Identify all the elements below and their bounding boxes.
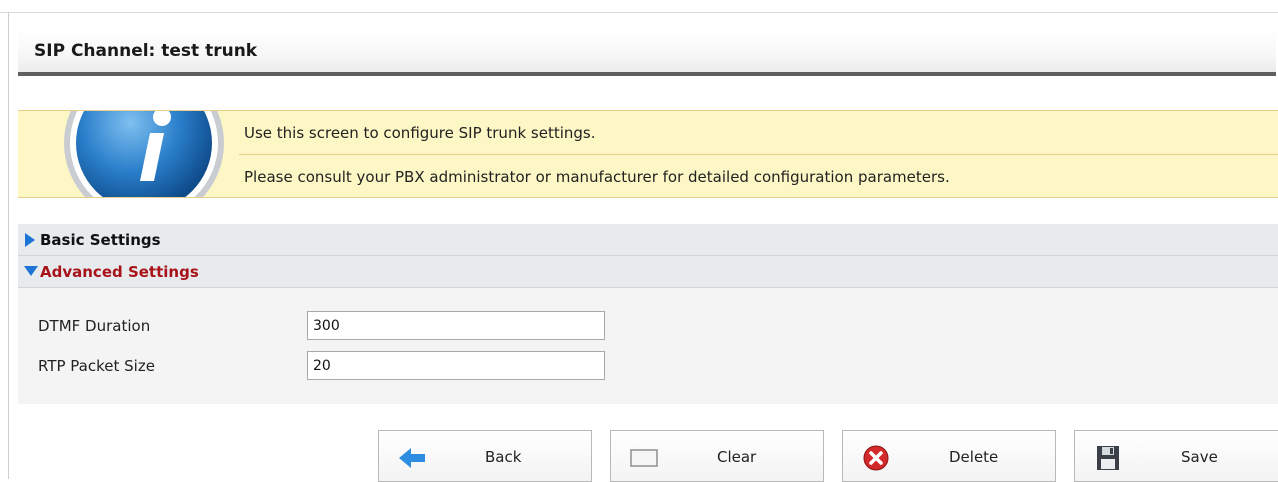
info-icon bbox=[64, 111, 224, 197]
delete-button-label: Delete bbox=[949, 448, 999, 466]
rtp-packet-size-label: RTP Packet Size bbox=[38, 357, 155, 375]
window-top-edge bbox=[0, 0, 1278, 13]
info-text-line-1: Use this screen to configure SIP trunk s… bbox=[244, 124, 596, 142]
floppy-disk-icon bbox=[1097, 446, 1119, 470]
page-title: SIP Channel: test trunk bbox=[34, 41, 258, 61]
delete-button[interactable]: Delete bbox=[842, 430, 1056, 482]
save-button[interactable]: Save bbox=[1074, 430, 1278, 482]
delete-x-icon bbox=[863, 445, 889, 471]
clear-button-label: Clear bbox=[717, 448, 757, 466]
rtp-packet-size-input[interactable] bbox=[307, 351, 605, 380]
advanced-settings-label: Advanced Settings bbox=[40, 263, 199, 281]
arrow-left-icon bbox=[399, 448, 425, 468]
back-button-label: Back bbox=[485, 448, 522, 466]
window-left-edge bbox=[8, 12, 9, 479]
save-button-label: Save bbox=[1181, 448, 1218, 466]
advanced-settings-header[interactable]: Advanced Settings bbox=[18, 256, 1278, 288]
expand-arrow-right-icon bbox=[25, 233, 35, 247]
info-separator bbox=[239, 154, 1278, 155]
dtmf-duration-label: DTMF Duration bbox=[38, 317, 151, 335]
dtmf-duration-input[interactable] bbox=[307, 311, 605, 340]
clear-button[interactable]: Clear bbox=[610, 430, 824, 482]
blank-box-icon bbox=[630, 449, 658, 467]
collapse-arrow-down-icon bbox=[24, 266, 38, 276]
advanced-settings-panel: DTMF Duration RTP Packet Size bbox=[18, 288, 1278, 404]
basic-settings-header[interactable]: Basic Settings bbox=[18, 224, 1278, 256]
basic-settings-label: Basic Settings bbox=[40, 231, 161, 249]
info-banner: Use this screen to configure SIP trunk s… bbox=[18, 110, 1278, 198]
info-text-line-2: Please consult your PBX administrator or… bbox=[244, 168, 950, 186]
page-header: SIP Channel: test trunk bbox=[18, 28, 1276, 76]
back-button[interactable]: Back bbox=[378, 430, 592, 482]
